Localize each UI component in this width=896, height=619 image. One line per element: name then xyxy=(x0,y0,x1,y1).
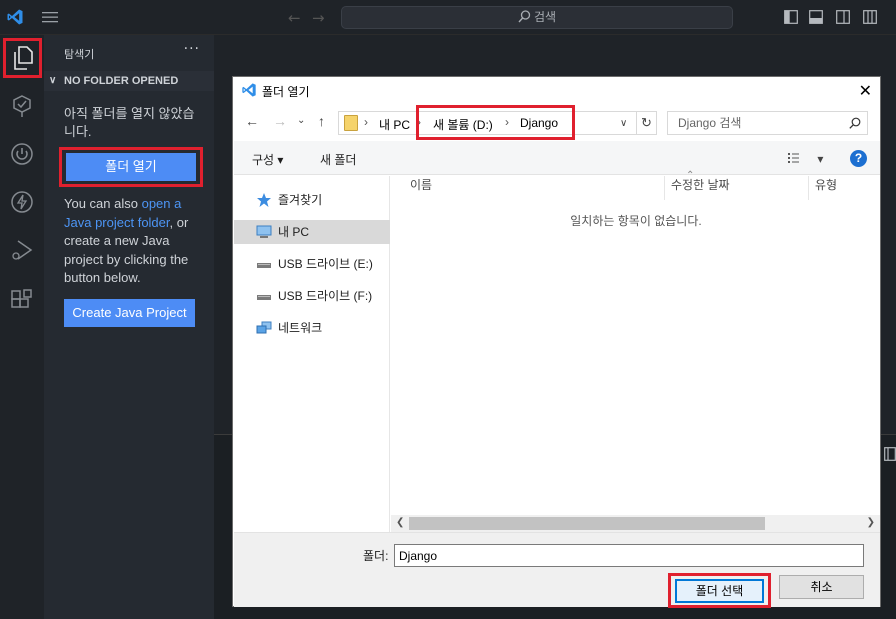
scrollbar-thumb[interactable] xyxy=(409,517,765,530)
more-actions-icon[interactable]: ··· xyxy=(184,41,200,57)
breadcrumb-this-pc[interactable]: 내 PC xyxy=(379,116,410,133)
search-placeholder: Django 검색 xyxy=(678,116,742,130)
search-icon xyxy=(518,10,531,23)
vscode-logo-icon xyxy=(242,83,256,97)
select-folder-button[interactable]: 폴더 선택 xyxy=(675,579,764,603)
nav-item-label: 네트워크 xyxy=(278,321,323,335)
explorer-icon[interactable] xyxy=(3,38,42,78)
recent-locations-icon[interactable]: ⌄ xyxy=(297,115,305,126)
dialog-footer: 폴더: 폴더 선택 취소 xyxy=(234,532,880,608)
cancel-button[interactable]: 취소 xyxy=(779,575,864,599)
dialog-toolbar: 구성 ▾ 새 폴더 ▾ ? xyxy=(234,141,880,175)
layout-sidebar-left-icon[interactable] xyxy=(784,10,798,24)
vscode-window: ← → 검색 탐색기 ··· ∨ NO FOLDER OPENED 아직 폴더를… xyxy=(0,0,896,619)
folder-name-input[interactable] xyxy=(394,544,864,567)
up-icon[interactable]: ↑ xyxy=(318,113,325,129)
back-arrow-icon[interactable]: ← xyxy=(288,9,301,27)
chevron-down-icon: ∨ xyxy=(49,75,57,86)
refresh-icon[interactable]: ↻ xyxy=(637,111,657,135)
breadcrumb-separator: › xyxy=(364,115,368,129)
forward-icon[interactable]: → xyxy=(273,113,287,129)
java-hint-text: You can also open a Java project folder,… xyxy=(64,195,204,288)
nav-item-usb-f[interactable]: USB 드라이브 (F:) xyxy=(234,284,390,308)
search-icon xyxy=(849,117,861,129)
vscode-logo-icon[interactable] xyxy=(6,8,24,26)
no-folder-section-header[interactable]: ∨ NO FOLDER OPENED xyxy=(44,71,214,91)
view-details-icon xyxy=(788,153,799,163)
extensions-icon[interactable] xyxy=(6,284,38,316)
nav-item-label: 내 PC xyxy=(278,225,310,239)
horizontal-scrollbar[interactable]: ❮ ❯ xyxy=(391,515,880,532)
command-center-search[interactable]: 검색 xyxy=(341,6,733,29)
explorer-sidebar: 탐색기 ··· ∨ NO FOLDER OPENED 아직 폴더를 열지 않았습… xyxy=(44,35,214,619)
forward-arrow-icon[interactable]: → xyxy=(312,9,325,27)
new-folder-button[interactable]: 새 폴더 xyxy=(320,151,356,168)
address-highlight xyxy=(416,105,575,140)
open-folder-button[interactable]: 폴더 열기 xyxy=(66,153,196,181)
lightning-icon[interactable] xyxy=(6,186,38,218)
view-options[interactable]: ▾ xyxy=(788,152,823,166)
empty-message: 일치하는 항목이 없습니다. xyxy=(570,214,702,228)
create-java-project-button[interactable]: Create Java Project xyxy=(64,299,195,327)
hint-prefix: You can also xyxy=(64,196,142,211)
activity-bar xyxy=(0,35,44,619)
no-folder-message: 아직 폴더를 열지 않았습니다. xyxy=(64,106,195,139)
nav-item-this-pc[interactable]: 내 PC xyxy=(234,220,390,244)
view-dropdown-icon: ▾ xyxy=(817,152,824,166)
sidebar-title: 탐색기 xyxy=(64,49,95,61)
star-icon xyxy=(257,193,271,207)
nav-item-label: USB 드라이브 (E:) xyxy=(278,257,373,271)
column-header-name[interactable]: 이름 xyxy=(391,176,665,200)
hamburger-menu-icon[interactable] xyxy=(42,11,58,23)
folder-label: 폴더: xyxy=(363,549,389,563)
section-label: NO FOLDER OPENED xyxy=(64,75,179,87)
nav-item-label: USB 드라이브 (F:) xyxy=(278,289,373,303)
navigation-pane: 즐겨찾기 내 PC USB 드라이브 (E:) USB 드라이브 (F:) 네트… xyxy=(234,176,390,532)
scroll-right-icon[interactable]: ❯ xyxy=(867,517,875,528)
network-icon xyxy=(256,321,272,334)
search-label: 검색 xyxy=(533,10,557,24)
layout-sidebar-right-icon[interactable] xyxy=(836,10,850,24)
search-field[interactable]: Django 검색 xyxy=(667,111,868,135)
usb-drive-icon xyxy=(257,263,271,268)
folder-icon xyxy=(344,115,358,131)
nav-item-network[interactable]: 네트워크 xyxy=(234,316,390,340)
scroll-left-icon[interactable]: ❮ xyxy=(396,517,404,528)
panel-toggle-icon[interactable] xyxy=(884,447,896,461)
customize-layout-icon[interactable] xyxy=(863,10,877,24)
layout-panel-icon[interactable] xyxy=(809,10,823,24)
run-debug-icon[interactable] xyxy=(6,234,38,266)
usb-drive-icon xyxy=(257,295,271,300)
close-icon[interactable]: ✕ xyxy=(859,81,872,101)
nav-item-favorites[interactable]: 즐겨찾기 xyxy=(234,188,390,212)
power-icon[interactable] xyxy=(6,138,38,170)
computer-icon xyxy=(256,225,272,238)
open-folder-dialog: 폴더 열기 ✕ ← → ⌄ ↑ › 내 PC › 새 볼륨 (D:) › Dja… xyxy=(232,76,881,608)
help-icon[interactable]: ? xyxy=(850,150,867,167)
nav-item-label: 즐겨찾기 xyxy=(278,193,323,207)
column-header-date[interactable]: 수정한 날짜 xyxy=(665,176,809,200)
column-header-type[interactable]: 유형 xyxy=(809,176,881,200)
title-bar: ← → 검색 xyxy=(0,0,896,35)
testing-icon[interactable] xyxy=(6,90,38,122)
open-folder-highlight: 폴더 열기 xyxy=(59,147,203,187)
file-list-pane: ⌃ 이름 수정한 날짜 유형 일치하는 항목이 없습니다. xyxy=(391,170,881,532)
address-dropdown-icon[interactable]: ∨ xyxy=(620,118,627,129)
select-folder-highlight: 폴더 선택 xyxy=(668,573,771,608)
nav-item-usb-e[interactable]: USB 드라이브 (E:) xyxy=(234,252,390,276)
dialog-title: 폴더 열기 xyxy=(262,85,310,99)
back-icon[interactable]: ← xyxy=(245,113,259,129)
organize-menu[interactable]: 구성 ▾ xyxy=(252,151,283,168)
